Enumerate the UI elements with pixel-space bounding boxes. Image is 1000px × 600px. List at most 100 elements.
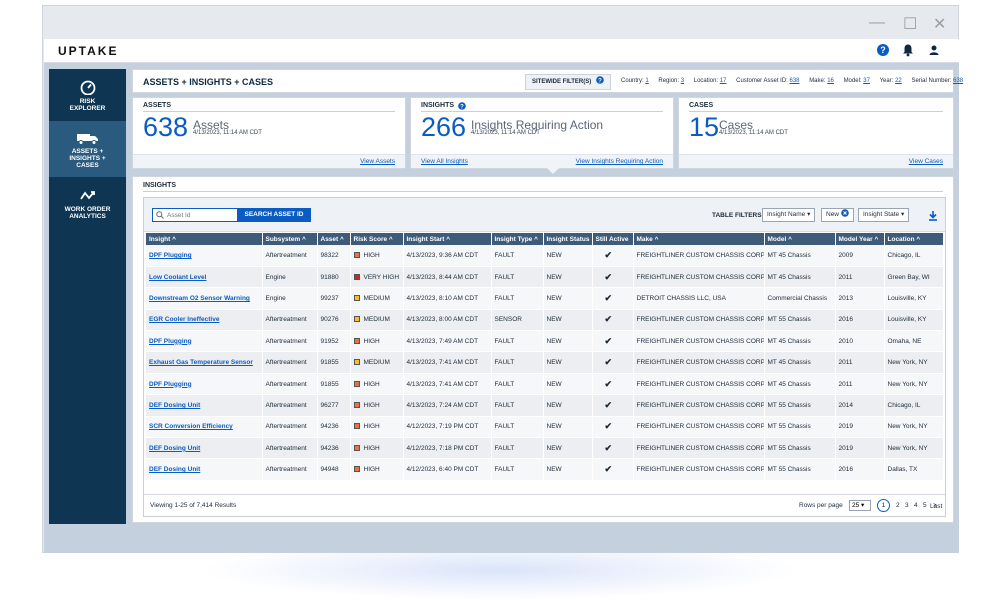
sidebar-item-assets-insights-cases[interactable]: ASSETS + INSIGHTS + CASES (49, 121, 126, 177)
insight-link[interactable]: DEF Dosing Unit (146, 458, 263, 481)
column-header[interactable]: Subsystem ^ (262, 233, 318, 245)
page-3-button[interactable]: 3 (905, 502, 909, 509)
filter-model-value[interactable]: 37 (863, 78, 870, 84)
insight-link[interactable]: DPF Plugging (146, 330, 263, 353)
table-cell: 2013 (835, 287, 885, 310)
column-header[interactable]: Model ^ (764, 233, 836, 245)
sidebar-item-label: WORK ORDER (64, 206, 111, 213)
last-page-button[interactable]: Last (930, 503, 942, 510)
bell-icon[interactable] (901, 43, 915, 57)
table-row[interactable]: Exhaust Gas Temperature Sensor Aftertreat… (146, 351, 944, 374)
column-header[interactable]: Still Active (592, 233, 634, 245)
insight-link[interactable]: EGR Cooler Ineffective (146, 309, 263, 332)
risk-indicator-icon (353, 337, 360, 344)
check-icon: ✔ (592, 373, 634, 396)
filter-make-value[interactable]: 16 (827, 78, 834, 84)
column-header[interactable]: Risk Score ^ (350, 233, 404, 245)
table-cell: 4/13/2023, 8:00 AM CDT (403, 309, 492, 332)
page-2-button[interactable]: 2 (896, 502, 900, 509)
table-row[interactable]: Downstream O2 Sensor Warning Engine 99237 M… (146, 287, 944, 310)
table-row[interactable]: Low Coolant Level Engine 91880 VERY HIGH 4/1… (146, 266, 944, 289)
check-icon: ✔ (592, 330, 634, 353)
column-header[interactable]: Location ^ (884, 233, 944, 245)
filter-region-value[interactable]: 3 (681, 78, 684, 84)
check-icon: ✔ (592, 458, 634, 481)
table-cell: NEW (543, 394, 593, 417)
sidebar-item-risk-explorer[interactable]: RISK EXPLORER (49, 77, 126, 123)
table-row[interactable]: EGR Cooler Ineffective Aftertreatment 9027… (146, 309, 944, 332)
insight-name-filter-dropdown[interactable]: Insight Name ▾ (762, 208, 816, 222)
filter-location-value[interactable]: 17 (720, 78, 727, 84)
app-logo[interactable]: UPTAKE (58, 44, 118, 58)
column-header[interactable]: Insight ^ (146, 233, 263, 245)
user-icon[interactable] (927, 43, 941, 57)
filter-serial-number-value[interactable]: 638 (953, 78, 963, 84)
table-row[interactable]: DEF Dosing Unit Aftertreatment 94236 HIGH 4/… (146, 437, 944, 460)
insight-link[interactable]: DEF Dosing Unit (146, 394, 263, 417)
column-header[interactable]: Model Year ^ (835, 233, 885, 245)
insight-link[interactable]: DPF Plugging (146, 245, 263, 267)
download-icon[interactable] (928, 210, 938, 221)
sidebar-item-label: EXPLORER (69, 105, 106, 112)
assets-card: ASSETS 638 Assets 4/13/2023, 11:14 AM CD… (132, 97, 406, 169)
view-insights-requiring-action-link[interactable]: View Insights Requiring Action (576, 158, 663, 165)
view-assets-link[interactable]: View Assets (360, 158, 395, 165)
table-cell: Aftertreatment (262, 394, 318, 417)
table-row[interactable]: DEF Dosing Unit Aftertreatment 96277 HIGH 4/… (146, 394, 944, 417)
sidebar-item-work-order-analytics[interactable]: WORK ORDER ANALYTICS (49, 187, 126, 227)
truck-icon (76, 134, 98, 145)
table-cell: 96277 (317, 394, 351, 417)
card-footer: View Assets (133, 154, 405, 168)
column-header[interactable]: Insight Start ^ (403, 233, 492, 245)
page-5-button[interactable]: 5 (923, 502, 927, 509)
table-header-row: Insight ^ Subsystem ^ Asset ^ Risk Score ^ I… (146, 233, 944, 245)
risk-indicator-icon (353, 273, 360, 280)
column-header[interactable]: Asset ^ (317, 233, 351, 245)
table-cell: Commercial Chassis (764, 287, 836, 310)
table-cell: MT 55 Chassis (764, 458, 836, 481)
view-all-insights-link[interactable]: View All Insights (421, 158, 468, 165)
table-cell: 2019 (835, 416, 885, 439)
table-row[interactable]: DPF Plugging Aftertreatment 91952 HIGH 4/13/… (146, 330, 944, 353)
rows-per-page-select[interactable]: 25 ▾ (849, 500, 871, 511)
sitewide-filter-badge[interactable]: SITEWIDE FILTER(S) ? (525, 74, 611, 90)
column-header[interactable]: Insight Type ^ (491, 233, 544, 245)
page-4-button[interactable]: 4 (914, 502, 918, 509)
insight-link[interactable]: DPF Plugging (146, 373, 263, 396)
table-row[interactable]: DPF Plugging Aftertreatment 98322 HIGH 4/13/… (146, 245, 944, 267)
column-header[interactable]: Insight Status (543, 233, 593, 245)
table-cell: 91855 (317, 373, 351, 396)
search-asset-id-button[interactable]: SEARCH ASSET ID (237, 208, 311, 222)
insight-state-filter-dropdown[interactable]: Insight State ▾ (858, 208, 910, 222)
asset-id-search-input[interactable] (152, 208, 238, 222)
insight-link[interactable]: SCR Conversion Efficiency (146, 416, 263, 439)
help-icon[interactable]: ? (458, 102, 466, 110)
table-filters-label: TABLE FILTERS (712, 212, 762, 219)
help-icon[interactable]: ? (596, 76, 604, 84)
filter-country-value[interactable]: 1 (645, 78, 648, 84)
view-cases-link[interactable]: View Cases (909, 158, 943, 165)
insight-link[interactable]: Exhaust Gas Temperature Sensor (146, 351, 263, 374)
table-cell: Chicago, IL (884, 245, 944, 267)
new-filter-chip[interactable]: New (821, 208, 854, 222)
app-header: UPTAKE ? (44, 39, 959, 63)
table-cell: MT 45 Chassis (764, 245, 836, 267)
close-button[interactable]: ✕ (933, 14, 946, 34)
caret-down-icon: ▾ (807, 211, 811, 218)
filter-customer-asset-id-value[interactable]: 638 (790, 78, 800, 84)
minimize-button[interactable]: — (869, 14, 885, 32)
table-row[interactable]: SCR Conversion Efficiency Aftertreatment 9… (146, 416, 944, 439)
table-cell: 2011 (835, 351, 885, 374)
insights-table-container: SEARCH ASSET ID TABLE FILTERS Insight Na… (143, 197, 946, 517)
insight-link[interactable]: DEF Dosing Unit (146, 437, 263, 460)
insight-link[interactable]: Downstream O2 Sensor Warning (146, 287, 263, 310)
table-row[interactable]: DEF Dosing Unit Aftertreatment 94948 HIGH 4/… (146, 458, 944, 481)
clear-icon[interactable] (841, 209, 849, 217)
filter-year-value[interactable]: 22 (895, 78, 902, 84)
maximize-button[interactable]: ☐ (903, 14, 917, 34)
insight-link[interactable]: Low Coolant Level (146, 266, 263, 289)
table-row[interactable]: DPF Plugging Aftertreatment 91855 HIGH 4/13/… (146, 373, 944, 396)
column-header[interactable]: Make ^ (633, 233, 765, 245)
help-icon[interactable]: ? (876, 43, 890, 57)
page-1-button[interactable]: 1 (877, 499, 890, 512)
